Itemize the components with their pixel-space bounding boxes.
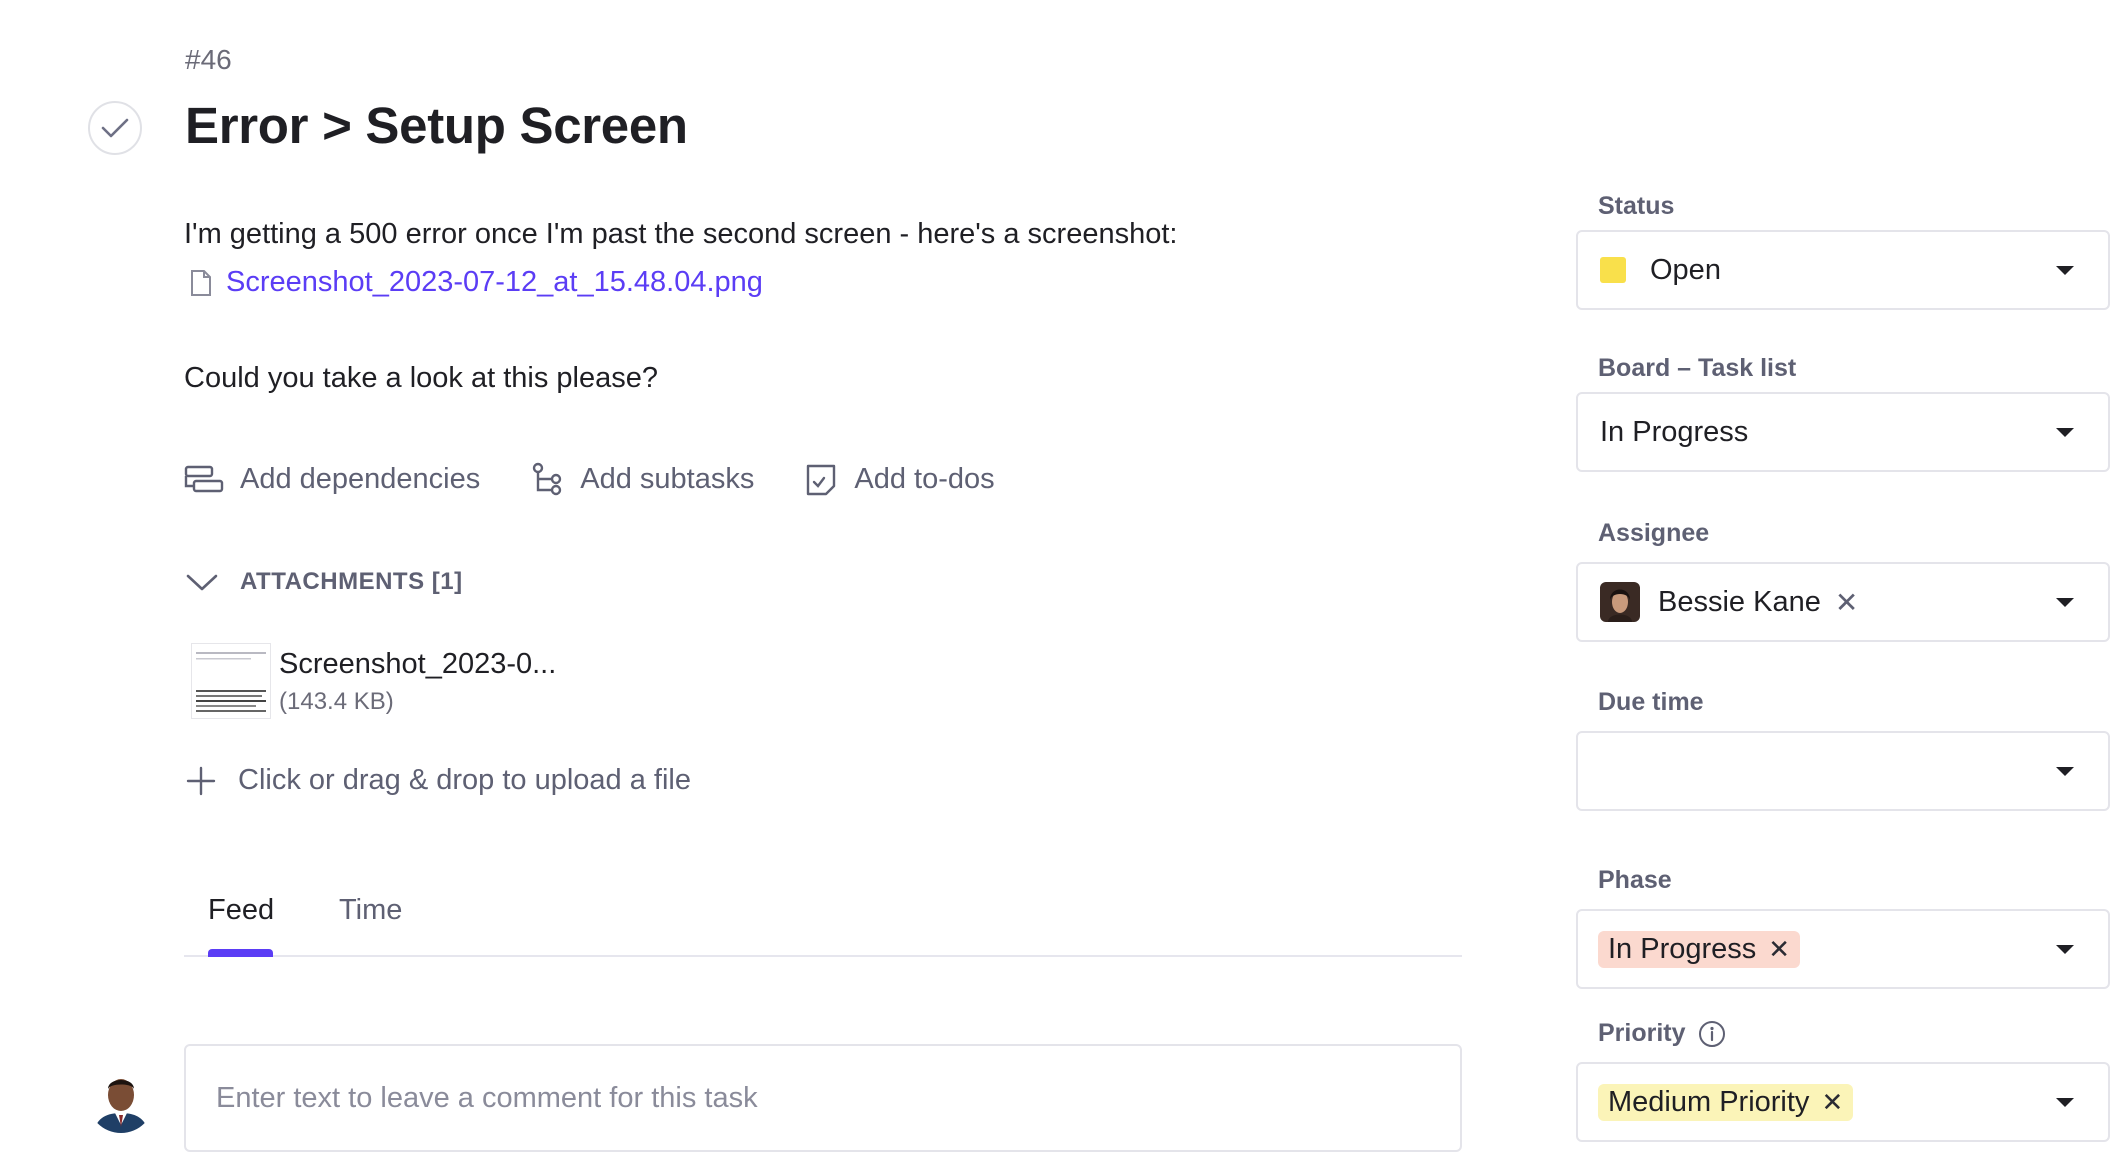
tab-time[interactable]: Time	[339, 894, 402, 927]
comment-box[interactable]	[184, 1044, 1462, 1152]
add-subtasks-label: Add subtasks	[580, 462, 755, 495]
remove-priority-icon[interactable]: ✕	[1821, 1087, 1843, 1118]
comment-input[interactable]	[186, 1046, 1460, 1150]
caret-down-icon	[2056, 428, 2074, 437]
status-color-swatch	[1600, 257, 1626, 283]
file-link-text[interactable]: Screenshot_2023-07-12_at_15.48.04.png	[226, 266, 763, 299]
due-time-select[interactable]	[1576, 731, 2110, 811]
todo-icon	[807, 464, 836, 496]
caret-down-icon	[2056, 767, 2074, 776]
assignee-label: Assignee	[1598, 519, 1710, 547]
phase-select[interactable]: In Progress ✕	[1576, 909, 2110, 989]
add-todos-label: Add to-dos	[854, 462, 995, 495]
remove-phase-icon[interactable]: ✕	[1768, 934, 1790, 965]
user-avatar-image	[88, 1067, 154, 1133]
active-tab-indicator	[208, 949, 273, 957]
priority-label: Priority	[1598, 1019, 1686, 1047]
assignee-avatar-image	[1600, 582, 1640, 622]
attachments-toggle[interactable]: ATTACHMENTS [1]	[186, 568, 463, 596]
add-dependencies-button[interactable]: Add dependencies	[184, 463, 480, 496]
status-value: Open	[1650, 253, 1721, 286]
description-file-link[interactable]: Screenshot_2023-07-12_at_15.48.04.png	[190, 266, 763, 299]
tab-feed[interactable]: Feed	[208, 894, 274, 927]
upload-file-button[interactable]: Click or drag & drop to upload a file	[186, 764, 691, 797]
dependencies-icon	[184, 465, 224, 493]
attachments-header: ATTACHMENTS [1]	[240, 568, 463, 595]
task-number: #46	[185, 44, 232, 75]
priority-label-row: Priority	[1598, 1019, 1726, 1048]
assignee-select[interactable]: Bessie Kane ✕	[1576, 562, 2110, 642]
attachment-size: (143.4 KB)	[279, 688, 394, 715]
info-icon[interactable]	[1698, 1020, 1726, 1048]
caret-down-icon	[2056, 266, 2074, 275]
mark-complete-button[interactable]	[88, 101, 142, 155]
chevron-down-icon	[186, 574, 218, 591]
add-dependencies-label: Add dependencies	[240, 462, 481, 495]
caret-down-icon	[2056, 945, 2074, 954]
subtasks-icon	[533, 462, 562, 496]
phase-label: Phase	[1598, 866, 1672, 894]
upload-label: Click or drag & drop to upload a file	[238, 764, 691, 796]
board-label: Board – Task list	[1598, 354, 1797, 382]
plus-icon	[186, 766, 216, 795]
checkmark-icon	[101, 118, 129, 138]
priority-chip: Medium Priority ✕	[1598, 1083, 1854, 1121]
description-text-2: Could you take a look at this please?	[184, 362, 658, 394]
assignee-value: Bessie Kane	[1658, 585, 1821, 618]
assignee-avatar	[1600, 582, 1640, 622]
attachment-name[interactable]: Screenshot_2023-0...	[279, 648, 556, 681]
status-label: Status	[1598, 192, 1675, 220]
priority-value: Medium Priority	[1608, 1085, 1810, 1118]
add-subtasks-button[interactable]: Add subtasks	[530, 462, 754, 496]
attachment-thumbnail[interactable]	[191, 643, 271, 719]
priority-select[interactable]: Medium Priority ✕	[1576, 1062, 2110, 1142]
current-user-avatar	[88, 1067, 154, 1133]
caret-down-icon	[2056, 1098, 2074, 1107]
board-select[interactable]: In Progress	[1576, 392, 2110, 472]
file-icon	[191, 269, 211, 296]
caret-down-icon	[2056, 598, 2074, 607]
description-text: I'm getting a 500 error once I'm past th…	[184, 218, 1178, 250]
status-select[interactable]: Open	[1576, 230, 2110, 310]
due-time-label: Due time	[1598, 688, 1704, 716]
phase-chip: In Progress ✕	[1598, 930, 1801, 968]
tabs-divider	[184, 955, 1462, 957]
add-todos-button[interactable]: Add to-dos	[804, 462, 995, 496]
board-value: In Progress	[1600, 415, 1749, 448]
remove-assignee-icon[interactable]: ✕	[1835, 586, 1858, 619]
task-title[interactable]: Error > Setup Screen	[185, 96, 688, 155]
task-actions: Add dependencies Add subtasks Add to-dos	[184, 462, 1045, 496]
screenshot-thumbnail-image	[192, 644, 270, 718]
phase-value: In Progress	[1608, 932, 1757, 965]
